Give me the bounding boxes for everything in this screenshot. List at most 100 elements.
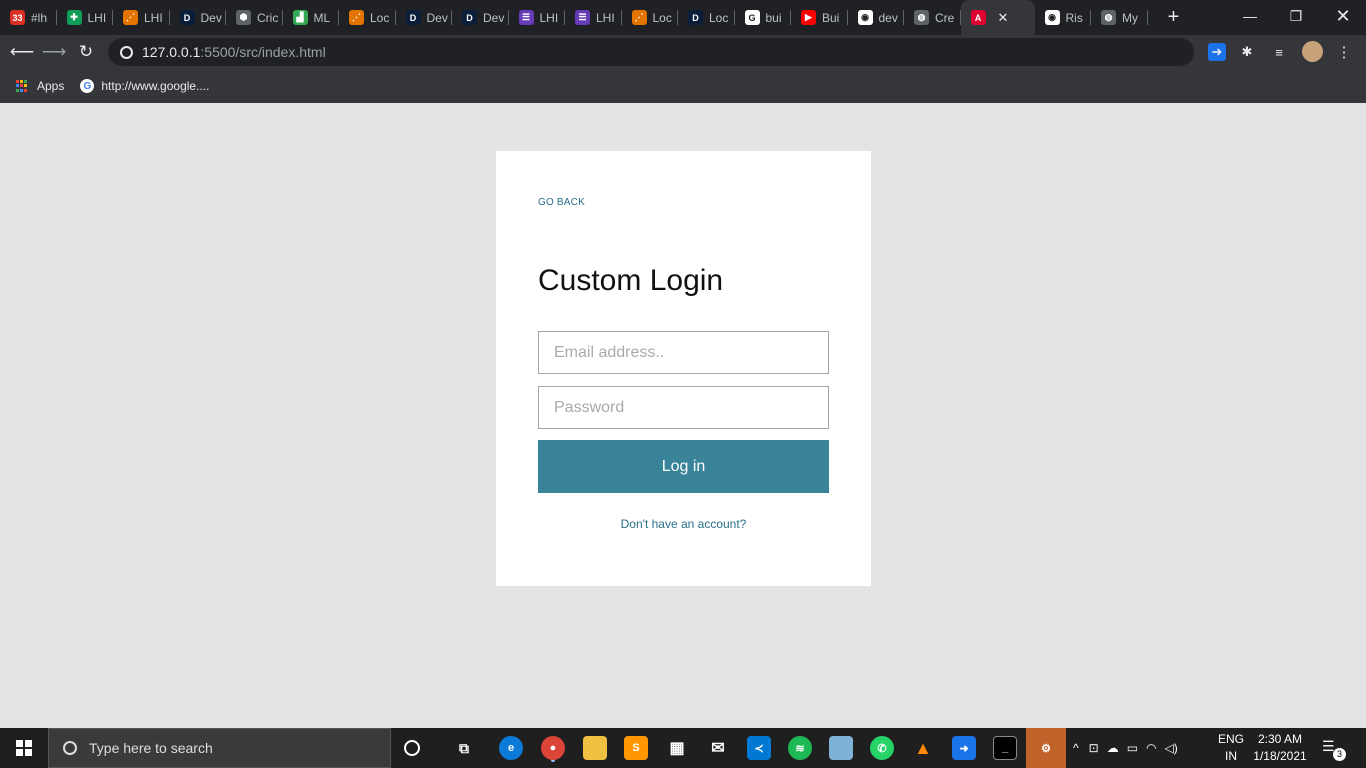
browser-tab[interactable]: ▟ ML bbox=[283, 0, 339, 35]
battery-icon[interactable]: ▭ bbox=[1127, 741, 1138, 755]
go-back-link[interactable]: GO BACK bbox=[538, 197, 585, 208]
media-control-icon[interactable]: ≡ bbox=[1270, 43, 1288, 61]
tab-favicon-icon: ◉ bbox=[1044, 10, 1060, 25]
puzzle-icon[interactable]: ✱ bbox=[1238, 43, 1256, 61]
share-icon[interactable]: ➜ bbox=[952, 736, 976, 760]
notification-center-icon[interactable]: ☰ 3 bbox=[1322, 738, 1346, 761]
bookmark-google-label: http://www.google.... bbox=[101, 79, 210, 93]
browser-tab[interactable]: D Dev bbox=[452, 0, 509, 35]
language-bottom: IN bbox=[1225, 749, 1237, 763]
login-button[interactable]: Log in bbox=[538, 440, 829, 493]
google-icon: G bbox=[80, 79, 95, 93]
tab-label: Loc bbox=[709, 10, 729, 25]
bookmark-apps-label: Apps bbox=[37, 79, 65, 93]
browser-tab[interactable]: ◉ Ris bbox=[1035, 0, 1091, 35]
clock-date: 1/18/2021 bbox=[1253, 749, 1307, 763]
pinned-app-icon[interactable]: ⚙ bbox=[1026, 728, 1066, 768]
onedrive-icon[interactable]: ☁ bbox=[1107, 741, 1119, 755]
browser-tab[interactable]: ◉ dev bbox=[848, 0, 904, 35]
browser-tab[interactable]: ⬢ Cric bbox=[226, 0, 283, 35]
tab-close-icon[interactable]: ✕ bbox=[998, 10, 1009, 26]
wifi-icon[interactable]: ◠ bbox=[1146, 741, 1156, 755]
tray-app-icon[interactable]: ⊡ bbox=[1089, 741, 1099, 755]
windows-taskbar: Type here to search ⧉ e ● S ▦ ✉ ≺ ≋ ✆ ▲ … bbox=[0, 728, 1366, 768]
bookmark-google[interactable]: G http://www.google.... bbox=[80, 79, 209, 93]
forward-button[interactable]: ⟶ bbox=[42, 41, 66, 63]
language-indicator[interactable]: ENG IN bbox=[1216, 731, 1246, 765]
browser-tab[interactable]: A ✕ bbox=[960, 0, 1035, 35]
tab-label: Loc bbox=[652, 10, 672, 25]
tray-chevron-icon[interactable]: ^ bbox=[1073, 741, 1079, 755]
tab-label: Loc bbox=[370, 10, 390, 25]
notification-count: 3 bbox=[1333, 748, 1346, 761]
password-field[interactable] bbox=[538, 386, 829, 429]
whatsapp-icon[interactable]: ✆ bbox=[870, 736, 894, 760]
tab-favicon-icon: ▟ bbox=[292, 10, 308, 25]
terminal-icon[interactable]: _ bbox=[993, 736, 1017, 760]
browser-tab[interactable]: D Dev bbox=[396, 0, 452, 35]
edge-icon[interactable]: e bbox=[499, 736, 523, 760]
browser-tab[interactable]: ✚ LHI bbox=[57, 0, 113, 35]
tab-favicon-icon: 33 bbox=[10, 10, 25, 25]
tab-favicon-icon: G bbox=[744, 10, 760, 25]
mail-icon[interactable]: ✉ bbox=[706, 736, 730, 760]
browser-tab[interactable]: ☰ LHI bbox=[565, 0, 622, 35]
tab-favicon-icon: ◍ bbox=[914, 10, 929, 25]
page-title: Custom Login bbox=[538, 264, 724, 297]
tab-favicon-icon: D bbox=[179, 10, 195, 25]
clock[interactable]: 2:30 AM 1/18/2021 bbox=[1250, 731, 1310, 765]
extension-icon[interactable]: ➜ bbox=[1208, 43, 1226, 61]
file-explorer-icon[interactable] bbox=[583, 736, 607, 760]
tab-label: Ris bbox=[1065, 10, 1083, 25]
close-window-button[interactable]: ✕ bbox=[1320, 0, 1366, 32]
tab-label: Dev bbox=[426, 10, 448, 25]
new-tab-button[interactable]: + bbox=[1162, 6, 1186, 29]
app-icon[interactable] bbox=[829, 736, 853, 760]
windows-icon bbox=[16, 740, 32, 756]
menu-kebab-icon[interactable]: ⋮ bbox=[1335, 43, 1353, 61]
vlc-icon[interactable]: ▲ bbox=[911, 736, 935, 760]
tab-favicon-icon: ☰ bbox=[518, 10, 534, 25]
minimize-button[interactable]: — bbox=[1227, 0, 1273, 32]
browser-tab[interactable]: D Dev bbox=[170, 0, 226, 35]
reload-button[interactable]: ↻ bbox=[75, 41, 97, 63]
browser-tab[interactable]: ◍ My bbox=[1091, 0, 1148, 35]
store-icon[interactable]: ▦ bbox=[665, 736, 689, 760]
browser-tab[interactable]: ☰ LHI bbox=[509, 0, 565, 35]
browser-tab[interactable]: ⋰ Loc bbox=[339, 0, 396, 35]
browser-tab[interactable]: D Loc bbox=[678, 0, 735, 35]
spotify-icon[interactable]: ≋ bbox=[788, 736, 812, 760]
taskbar-search[interactable]: Type here to search bbox=[48, 728, 391, 768]
browser-tab[interactable]: ◍ Cre bbox=[904, 0, 961, 35]
bookmark-apps[interactable]: Apps bbox=[16, 79, 64, 93]
search-icon bbox=[63, 741, 77, 755]
start-button[interactable] bbox=[0, 728, 48, 768]
tab-label: Dev bbox=[200, 10, 222, 25]
sublime-text-icon[interactable]: S bbox=[624, 736, 648, 760]
site-info-icon[interactable] bbox=[120, 45, 133, 59]
email-field[interactable] bbox=[538, 331, 829, 374]
profile-avatar[interactable] bbox=[1302, 41, 1323, 62]
browser-tab[interactable]: 33 #lh bbox=[0, 0, 57, 35]
tab-favicon-icon: D bbox=[462, 10, 477, 25]
tab-favicon-icon: D bbox=[405, 10, 421, 25]
tab-label: Bui bbox=[822, 10, 840, 25]
tab-favicon-icon: ▶ bbox=[801, 10, 816, 25]
browser-tab[interactable]: ⋰ LHI bbox=[113, 0, 170, 35]
chrome-icon[interactable]: ● bbox=[541, 736, 565, 760]
restore-button[interactable]: ❐ bbox=[1273, 0, 1319, 32]
cortana-icon[interactable] bbox=[404, 740, 420, 756]
signup-link[interactable]: Don't have an account? bbox=[496, 517, 871, 531]
tab-favicon-icon: D bbox=[688, 10, 703, 25]
vscode-icon[interactable]: ≺ bbox=[747, 736, 771, 760]
browser-tab[interactable]: ▶ Bui bbox=[791, 0, 848, 35]
volume-icon[interactable]: ◁) bbox=[1165, 741, 1178, 755]
address-bar[interactable]: 127.0.0.1:5500/src/index.html bbox=[108, 38, 1194, 66]
tab-label: LHI bbox=[539, 10, 559, 25]
clock-time: 2:30 AM bbox=[1257, 732, 1303, 746]
browser-tab[interactable]: ⋰ Loc bbox=[622, 0, 678, 35]
task-view-icon[interactable]: ⧉ bbox=[452, 736, 476, 760]
browser-tab[interactable]: Gbui bbox=[735, 0, 791, 35]
back-button[interactable]: ⟵ bbox=[10, 41, 34, 63]
url-path: :5500/src/index.html bbox=[200, 44, 326, 60]
